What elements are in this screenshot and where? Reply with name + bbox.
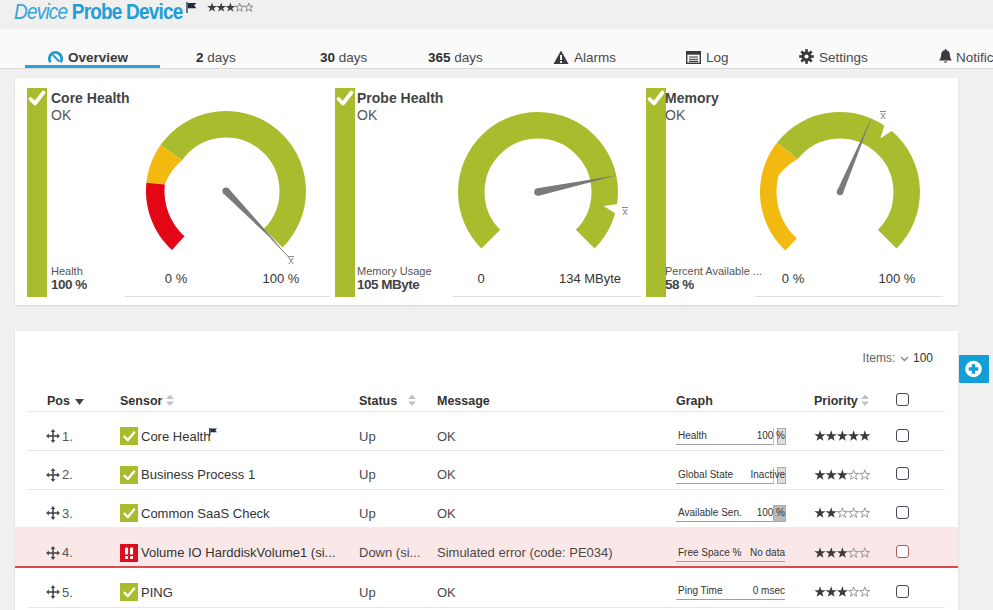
svg-text:x: x bbox=[622, 205, 628, 217]
svg-text:x: x bbox=[288, 254, 294, 266]
svg-text:x: x bbox=[880, 109, 886, 121]
